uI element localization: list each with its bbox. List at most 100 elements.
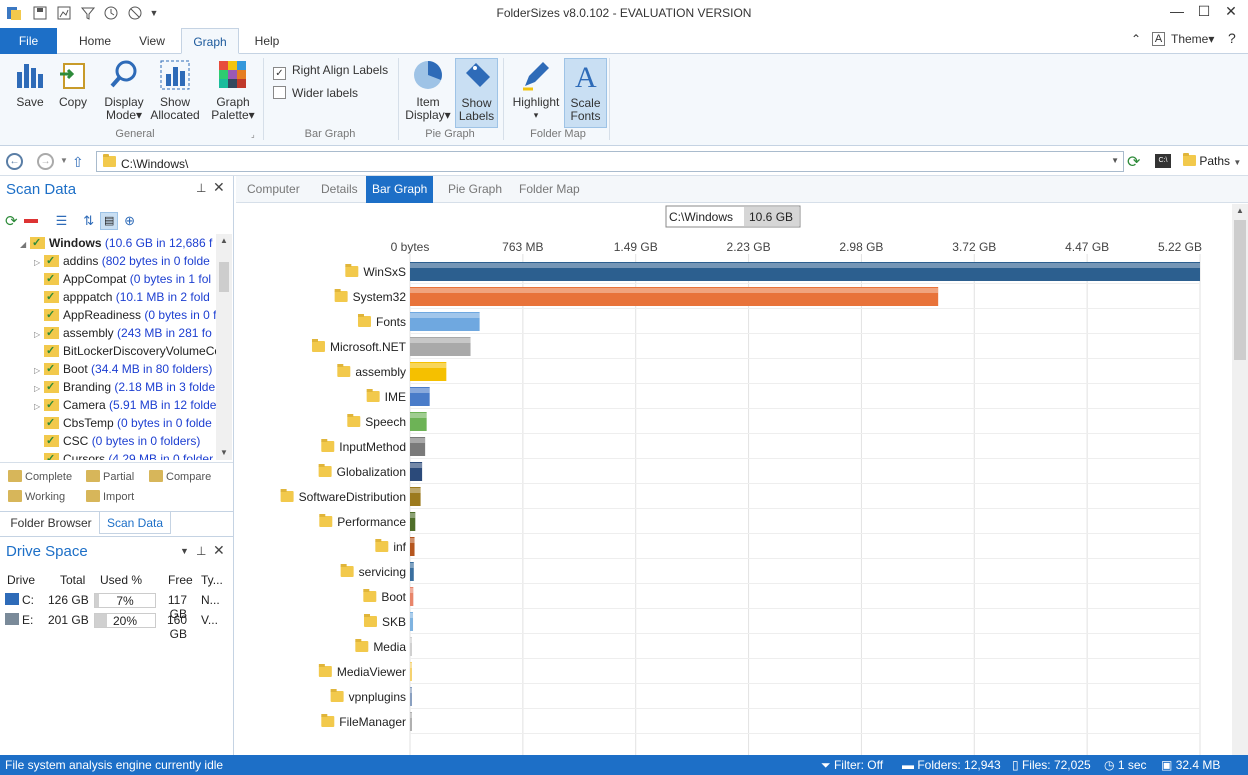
save-button[interactable]: Save [10, 58, 50, 109]
tree-item[interactable]: AppReadiness (0 bytes in 0 f [0, 306, 216, 324]
expand-icon[interactable]: ▷ [34, 326, 44, 342]
tree-view-icon[interactable]: ☰ [56, 213, 68, 229]
drive-pin-icon[interactable]: ⊥ [196, 544, 206, 558]
bar-label[interactable]: servicing [359, 565, 406, 579]
pin-icon[interactable]: ⊥ [196, 181, 206, 195]
tab-pie-graph[interactable]: Pie Graph [448, 176, 502, 203]
sort-icon[interactable]: ⇅ [83, 213, 94, 229]
tree-scroll-thumb[interactable] [219, 262, 229, 292]
collapse-icon[interactable]: ◢ [20, 236, 30, 252]
report-icon[interactable]: ▤ [100, 212, 119, 230]
filter-status[interactable]: ⏷ Filter: Off [821, 755, 883, 775]
show-labels-button[interactable]: Show Labels [455, 58, 498, 128]
col-drive[interactable]: Drive [7, 573, 35, 587]
tree-scrollbar[interactable]: ▲ ▼ [216, 234, 232, 460]
back-icon[interactable]: ← [6, 153, 23, 170]
tree-item[interactable]: ▷ Branding (2.18 MB in 3 folde [0, 378, 216, 396]
expand-icon[interactable]: ▷ [34, 254, 44, 270]
tree-item[interactable]: ▷ Camera (5.91 MB in 12 folde [0, 396, 216, 414]
refresh-icon[interactable]: ⟳ [1127, 152, 1140, 172]
drive-row[interactable]: E: 201 GB 20% 160 GB V... [0, 611, 233, 641]
path-dropdown-icon[interactable]: ▼ [1111, 156, 1119, 165]
tab-computer[interactable]: Computer [247, 176, 300, 203]
wider-labels-checkbox[interactable]: Wider labels [273, 86, 358, 100]
display-mode-button[interactable]: Display Mode▾ [100, 58, 148, 122]
tab-home[interactable]: Home [66, 28, 124, 54]
network-icon[interactable]: ⊕ [124, 213, 135, 229]
show-allocated-button[interactable]: Show Allocated [148, 58, 202, 122]
drive-dropdown-icon[interactable]: ▼ [180, 546, 189, 556]
tab-folder-browser[interactable]: Folder Browser [4, 512, 98, 534]
col-free[interactable]: Free [168, 573, 193, 587]
bar-label[interactable]: IME [385, 390, 406, 404]
bar-label[interactable]: MediaViewer [337, 665, 406, 679]
graph-scrollbar[interactable]: ▲ [1232, 204, 1248, 755]
tab-folder-map[interactable]: Folder Map [519, 176, 580, 203]
copy-button[interactable]: Copy [54, 58, 92, 109]
path-field[interactable]: C:\Windows\ ▼ [96, 151, 1124, 172]
bar-label[interactable]: assembly [355, 365, 406, 379]
tree-item[interactable]: ▷ assembly (243 MB in 281 fo [0, 324, 216, 342]
history-dropdown-icon[interactable]: ▼ [60, 156, 68, 165]
tree-item[interactable]: BitLockerDiscoveryVolumeCo [0, 342, 216, 360]
bar-label[interactable]: FileManager [339, 715, 406, 729]
graph-scroll-thumb[interactable] [1234, 220, 1246, 360]
bar-label[interactable]: Speech [365, 415, 406, 429]
bar-label[interactable]: System32 [353, 290, 407, 304]
paths-button[interactable]: Paths ▼ [1183, 153, 1241, 168]
expand-icon[interactable]: ▷ [34, 380, 44, 396]
tab-file[interactable]: File [0, 28, 57, 54]
tab-help[interactable]: Help [243, 28, 291, 54]
remove-icon[interactable] [23, 219, 38, 223]
tree-item[interactable]: ▷ addins (802 bytes in 0 folde [0, 252, 216, 270]
tab-graph[interactable]: Graph [181, 28, 239, 54]
bar-label[interactable]: inf [393, 540, 406, 554]
expand-icon[interactable]: ▷ [34, 398, 44, 414]
drive-row[interactable]: C: 126 GB 7% 117 GB N... [0, 591, 233, 621]
tree-item[interactable]: ▷ Boot (34.4 MB in 80 folders) [0, 360, 216, 378]
bar-label[interactable]: SoftwareDistribution [299, 490, 406, 504]
up-folder-icon[interactable]: ⇧ [72, 154, 84, 171]
maximize-button[interactable]: ☐ [1193, 3, 1215, 23]
theme-menu[interactable]: Theme▾ [1171, 32, 1214, 46]
tab-bar-graph[interactable]: Bar Graph [366, 176, 434, 203]
tree-item[interactable]: apppatch (10.1 MB in 2 fold [0, 288, 216, 306]
tree-item[interactable]: ◢ Windows (10.6 GB in 12,686 f [0, 234, 216, 252]
highlight-button[interactable]: Highlight ▾ [508, 58, 564, 122]
bar-label[interactable]: Boot [381, 590, 406, 604]
bar-label[interactable]: Media [373, 640, 406, 654]
tab-scan-data[interactable]: Scan Data [99, 512, 171, 534]
graph-palette-button[interactable]: Graph Palette▾ [208, 58, 258, 122]
col-total[interactable]: Total [60, 573, 85, 587]
col-type[interactable]: Ty... [201, 573, 223, 587]
scale-fonts-button[interactable]: A Scale Fonts [564, 58, 607, 128]
item-display-button[interactable]: Item Display▾ [403, 58, 453, 122]
bar-label[interactable]: Fonts [376, 315, 406, 329]
bar-label[interactable]: WinSxS [363, 265, 406, 279]
collapse-ribbon-icon[interactable]: ⌃ [1131, 32, 1141, 46]
tree-item[interactable]: AppCompat (0 bytes in 1 fol [0, 270, 216, 288]
rescan-icon[interactable]: ⟳ [5, 212, 18, 230]
bar-label[interactable]: Globalization [337, 465, 406, 479]
forward-icon[interactable]: → [37, 153, 54, 170]
expand-icon[interactable]: ▷ [34, 362, 44, 378]
bar-label[interactable]: Performance [337, 515, 406, 529]
bar-label[interactable]: SKB [382, 615, 406, 629]
tab-view[interactable]: View [128, 28, 176, 54]
tree-item[interactable]: CbsTemp (0 bytes in 0 folde [0, 414, 216, 432]
col-used[interactable]: Used % [100, 573, 142, 587]
close-button[interactable]: ✕ [1220, 3, 1242, 23]
help-icon[interactable]: ? [1228, 30, 1236, 46]
bar-label[interactable]: InputMethod [339, 440, 406, 454]
right-align-labels-checkbox[interactable]: ✓ Right Align Labels [273, 63, 388, 80]
tree-item[interactable]: CSC (0 bytes in 0 folders) [0, 432, 216, 450]
bar-label[interactable]: Microsoft.NET [330, 340, 407, 354]
bar-label[interactable]: vpnplugins [349, 690, 406, 704]
tree-item[interactable]: Cursors (4.29 MB in 0 folder [0, 450, 216, 460]
general-launcher-icon[interactable]: ⌟ [251, 130, 255, 139]
minimize-button[interactable]: — [1166, 3, 1188, 23]
drive-close-icon[interactable]: ✕ [213, 542, 225, 559]
close-panel-icon[interactable]: ✕ [213, 179, 225, 196]
tab-details[interactable]: Details [321, 176, 358, 203]
console-icon[interactable]: C:\ [1155, 154, 1171, 168]
